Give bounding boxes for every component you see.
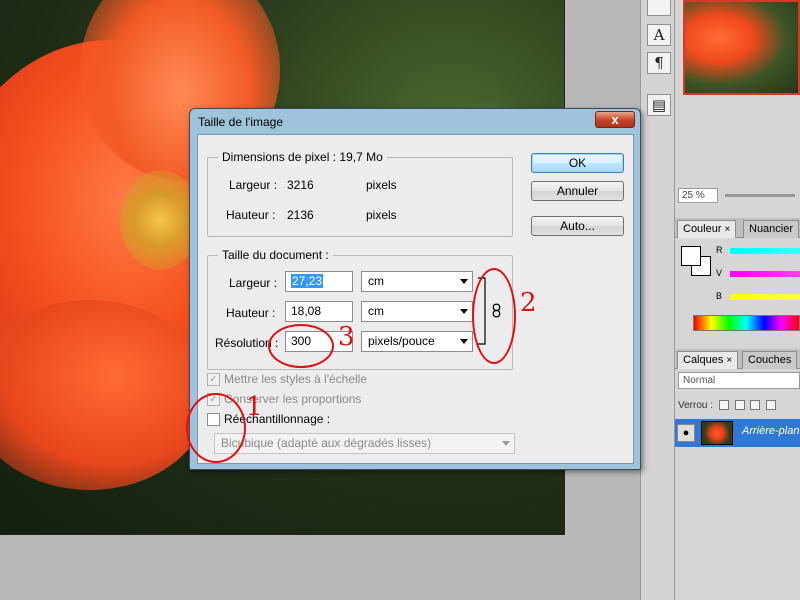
slider-track-b xyxy=(730,294,800,300)
info-panel-icon[interactable]: ▤ xyxy=(647,94,671,116)
lock-row: Verrou : xyxy=(678,398,800,414)
chevron-down-icon xyxy=(460,309,468,314)
lock-position-icon[interactable] xyxy=(750,400,761,411)
document-size-legend: Taille du document : xyxy=(218,248,333,262)
cancel-button[interactable]: Annuler xyxy=(531,181,624,201)
zoom-field[interactable]: 25 % xyxy=(678,188,718,203)
doc-height-value: 18,08 xyxy=(291,304,322,318)
channel-label-v: V xyxy=(716,268,723,278)
resolution-unit: pixels/pouce xyxy=(368,334,435,348)
layer-row-background[interactable]: ● Arrière-plan xyxy=(675,419,800,447)
tab-couleur[interactable]: Couleur × xyxy=(677,220,737,238)
annotation-number-2: 2 xyxy=(520,288,537,318)
lock-pixels-icon[interactable] xyxy=(734,400,745,411)
slider-track-v xyxy=(730,271,800,277)
tab-couches[interactable]: Couches xyxy=(742,351,798,369)
close-icon[interactable]: × xyxy=(726,355,732,366)
paragraph-panel-icon[interactable]: ¶ xyxy=(647,52,671,74)
annotation-ring-3 xyxy=(268,324,334,368)
tab-calques-label: Calques xyxy=(683,354,724,366)
annotation-number-3: 3 xyxy=(338,322,355,352)
slider-track-r xyxy=(730,248,800,254)
tab-nuancier-label: Nuancier xyxy=(749,223,794,235)
pixel-width-value: 3216 xyxy=(287,178,314,192)
pixel-height-label: Hauteur : xyxy=(226,208,276,222)
character-panel-icon[interactable]: A xyxy=(647,24,671,46)
blend-mode-select[interactable]: Normal xyxy=(678,372,800,389)
resolution-unit-select[interactable]: pixels/pouce xyxy=(361,331,473,352)
tab-couches-label: Couches xyxy=(748,354,792,366)
doc-width-unit-select[interactable]: cm xyxy=(361,271,473,292)
lock-all-icon[interactable] xyxy=(766,400,777,411)
zoom-slider[interactable] xyxy=(725,194,795,197)
layers-panel-tabs: Calques × Couches xyxy=(675,349,800,369)
color-panel-tabs: Couleur × Nuancier xyxy=(675,218,800,238)
rose-center-shape xyxy=(120,170,200,270)
color-slider-b[interactable]: B xyxy=(675,291,800,303)
doc-width-value: 27,23 xyxy=(291,274,324,288)
pixel-dimensions-legend: Dimensions de pixel : 19,7 Mo xyxy=(218,150,387,164)
scale-styles-label: Mettre les styles à l'échelle xyxy=(224,372,368,386)
lock-transparency-icon[interactable] xyxy=(718,400,729,411)
doc-width-unit: cm xyxy=(368,274,384,288)
color-spectrum-bar[interactable] xyxy=(693,315,800,331)
channel-label-b: B xyxy=(716,291,723,301)
chevron-down-icon xyxy=(460,279,468,284)
pixel-dimensions-label: Dimensions de pixel : xyxy=(222,150,337,164)
annotation-ring-2 xyxy=(472,268,516,364)
color-slider-v[interactable]: V xyxy=(675,268,800,280)
resample-method-value: Bicubique (adapté aux dégradés lisses) xyxy=(221,436,432,450)
dialog-title: Taille de l'image xyxy=(198,115,284,129)
pixel-width-unit: pixels xyxy=(366,178,397,192)
document-size-group: Taille du document : Largeur : 27,23 cm … xyxy=(207,248,513,370)
visibility-eye-icon[interactable]: ● xyxy=(677,424,695,442)
annotation-number-1: 1 xyxy=(246,392,263,422)
layer-name: Arrière-plan xyxy=(742,425,800,437)
scale-styles-checkbox[interactable]: ✓ xyxy=(207,373,220,386)
right-panels: 25 % Couleur × Nuancier R V B Calques × Co… xyxy=(675,0,800,600)
doc-height-unit: cm xyxy=(368,304,384,318)
scale-styles-option[interactable]: ✓ Mettre les styles à l'échelle xyxy=(207,372,407,388)
tool-button-top[interactable] xyxy=(647,0,671,16)
pixel-height-unit: pixels xyxy=(366,208,397,222)
pixel-height-value: 2136 xyxy=(287,208,314,222)
keep-proportions-label: Conserver les proportions xyxy=(224,392,362,406)
channel-label-r: R xyxy=(716,245,723,255)
resample-method-select[interactable]: Bicubique (adapté aux dégradés lisses) xyxy=(214,433,515,454)
doc-height-unit-select[interactable]: cm xyxy=(361,301,473,322)
chevron-down-icon xyxy=(460,339,468,344)
ok-button[interactable]: OK xyxy=(531,153,624,173)
pixel-dimensions-group: Dimensions de pixel : 19,7 Mo Largeur : … xyxy=(207,150,513,237)
doc-height-label: Hauteur : xyxy=(226,306,276,320)
auto-button[interactable]: Auto... xyxy=(531,216,624,236)
doc-width-input[interactable]: 27,23 xyxy=(285,271,353,292)
doc-height-input[interactable]: 18,08 xyxy=(285,301,353,322)
tool-strip: A ¶ ▤ xyxy=(640,0,675,600)
doc-width-label: Largeur : xyxy=(229,276,278,290)
layer-thumbnail xyxy=(701,421,733,445)
pixel-dimensions-size: 19,7 Mo xyxy=(339,150,383,164)
tab-nuancier[interactable]: Nuancier xyxy=(743,220,800,238)
annotation-ring-1 xyxy=(186,393,246,463)
close-icon[interactable]: × xyxy=(725,224,731,235)
foreground-color-swatch[interactable] xyxy=(681,246,701,266)
navigator-thumbnail[interactable] xyxy=(683,0,800,95)
lock-label: Verrou : xyxy=(678,400,714,411)
dialog-close-button[interactable]: x xyxy=(595,111,635,128)
pixel-width-label: Largeur : xyxy=(229,178,278,192)
tab-calques[interactable]: Calques × xyxy=(677,351,739,369)
dialog-body: Dimensions de pixel : 19,7 Mo Largeur : … xyxy=(197,134,634,464)
tab-couleur-label: Couleur xyxy=(683,223,722,235)
chevron-down-icon xyxy=(502,441,510,446)
